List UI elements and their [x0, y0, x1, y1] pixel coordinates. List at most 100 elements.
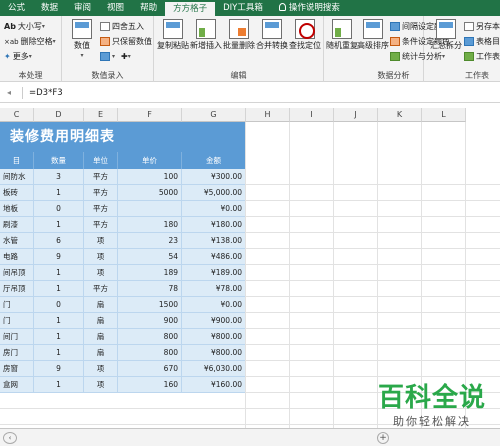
- table-cell[interactable]: 扇: [84, 345, 118, 361]
- table-cell[interactable]: [118, 201, 182, 217]
- table-cell[interactable]: 地板: [0, 201, 34, 217]
- table-cell[interactable]: 5000: [118, 185, 182, 201]
- column-header-l[interactable]: L: [422, 108, 466, 122]
- table-cell[interactable]: 平方: [84, 201, 118, 217]
- table-cell[interactable]: ¥486.00: [182, 249, 246, 265]
- insert-button[interactable]: 新增插入: [190, 19, 222, 50]
- table-cell[interactable]: 板砖: [0, 185, 34, 201]
- keep-values-button[interactable]: 只保留数值: [100, 35, 152, 48]
- table-cell[interactable]: 扇: [84, 297, 118, 313]
- table-cell[interactable]: 项: [84, 233, 118, 249]
- table-cell[interactable]: 800: [118, 329, 182, 345]
- table-cell[interactable]: 刷漆: [0, 217, 34, 233]
- table-cell[interactable]: ¥6,030.00: [182, 361, 246, 377]
- table-cell[interactable]: 800: [118, 345, 182, 361]
- sheet-directory-button[interactable]: 表格目录: [464, 35, 500, 48]
- table-cell[interactable]: 扇: [84, 313, 118, 329]
- table-cell[interactable]: 1: [34, 313, 84, 329]
- batch-delete-button[interactable]: 批量删除: [223, 19, 255, 50]
- table-cell[interactable]: 间门: [0, 329, 34, 345]
- find-locate-button[interactable]: 查找定位: [289, 19, 321, 50]
- table-cell[interactable]: ¥900.00: [182, 313, 246, 329]
- table-cell[interactable]: 厅吊顶: [0, 281, 34, 297]
- round-button[interactable]: 四舍五入: [100, 20, 144, 33]
- table-cell[interactable]: ¥138.00: [182, 233, 246, 249]
- tab-6[interactable]: DIY工具箱: [215, 0, 271, 16]
- table-cell[interactable]: 1: [34, 265, 84, 281]
- sheet-title[interactable]: 装修费用明细表: [0, 122, 246, 152]
- table-cell[interactable]: 900: [118, 313, 182, 329]
- table-cell[interactable]: 间防水: [0, 169, 34, 185]
- table-cell[interactable]: 160: [118, 377, 182, 393]
- worksheet-button[interactable]: 工作表▾: [464, 50, 500, 63]
- table-cell[interactable]: 9: [34, 249, 84, 265]
- formula-input[interactable]: =D3*F3: [27, 88, 63, 98]
- table-cell[interactable]: 1: [34, 281, 84, 297]
- sheet-nav-icon[interactable]: ‹: [3, 431, 17, 444]
- table-cell[interactable]: ¥800.00: [182, 345, 246, 361]
- table-cell[interactable]: ¥78.00: [182, 281, 246, 297]
- table-cell[interactable]: 平方: [84, 185, 118, 201]
- table-cell[interactable]: ¥180.00: [182, 217, 246, 233]
- table-cell[interactable]: 间吊顶: [0, 265, 34, 281]
- table-cell[interactable]: 电路: [0, 249, 34, 265]
- table-cell[interactable]: 门: [0, 297, 34, 313]
- save-sheet-button[interactable]: 另存本表: [464, 20, 500, 33]
- table-cell[interactable]: 盒网: [0, 377, 34, 393]
- table-cell[interactable]: 0: [34, 201, 84, 217]
- table-cell[interactable]: ¥5,000.00: [182, 185, 246, 201]
- table-cell[interactable]: 项: [84, 361, 118, 377]
- column-header-k[interactable]: K: [378, 108, 422, 122]
- table-header-cell[interactable]: 单位: [84, 152, 118, 169]
- table-cell[interactable]: ¥0.00: [182, 201, 246, 217]
- table-cell[interactable]: 1: [34, 217, 84, 233]
- add-sheet-button[interactable]: +: [377, 431, 389, 444]
- table-header-cell[interactable]: 金额: [182, 152, 246, 169]
- tab-5[interactable]: 方方格子: [165, 0, 216, 16]
- table-cell[interactable]: 1: [34, 377, 84, 393]
- insert-symbol-button[interactable]: ▾ ✚ ▾: [100, 50, 131, 63]
- table-header-cell[interactable]: 目: [0, 152, 34, 169]
- table-cell[interactable]: 78: [118, 281, 182, 297]
- table-cell[interactable]: 项: [84, 377, 118, 393]
- table-cell[interactable]: 项: [84, 265, 118, 281]
- table-cell[interactable]: 项: [84, 249, 118, 265]
- table-cell[interactable]: 54: [118, 249, 182, 265]
- column-header-g[interactable]: G: [182, 108, 246, 122]
- table-header-cell[interactable]: 数量: [34, 152, 84, 169]
- tab-2[interactable]: 审阅: [66, 0, 99, 16]
- table-cell[interactable]: 189: [118, 265, 182, 281]
- table-cell[interactable]: 6: [34, 233, 84, 249]
- table-cell[interactable]: 房门: [0, 345, 34, 361]
- table-cell[interactable]: ¥189.00: [182, 265, 246, 281]
- column-header-h[interactable]: H: [246, 108, 290, 122]
- tab-7[interactable]: 操作说明搜索: [271, 0, 348, 16]
- table-cell[interactable]: 3: [34, 169, 84, 185]
- table-header-cell[interactable]: 单价: [118, 152, 182, 169]
- table-cell[interactable]: ¥300.00: [182, 169, 246, 185]
- tab-4[interactable]: 帮助: [132, 0, 165, 16]
- column-header-j[interactable]: J: [334, 108, 378, 122]
- table-cell[interactable]: ¥160.00: [182, 377, 246, 393]
- table-cell[interactable]: 9: [34, 361, 84, 377]
- table-cell[interactable]: 0: [34, 297, 84, 313]
- table-cell[interactable]: ¥0.00: [182, 297, 246, 313]
- table-cell[interactable]: 平方: [84, 169, 118, 185]
- column-header-f[interactable]: F: [118, 108, 182, 122]
- tab-1[interactable]: 数据: [33, 0, 66, 16]
- table-cell[interactable]: 平方: [84, 217, 118, 233]
- more-button[interactable]: ✦ 更多 ▾: [4, 50, 32, 63]
- table-cell[interactable]: 100: [118, 169, 182, 185]
- table-cell[interactable]: 水管: [0, 233, 34, 249]
- column-header-e[interactable]: E: [84, 108, 118, 122]
- table-cell[interactable]: 23: [118, 233, 182, 249]
- table-cell[interactable]: 1: [34, 329, 84, 345]
- advanced-sort-button[interactable]: 高级排序: [357, 19, 389, 50]
- collapse-arrow-icon[interactable]: ◂: [0, 88, 18, 97]
- tab-3[interactable]: 视图: [99, 0, 132, 16]
- copy-paste-button[interactable]: 复制粘贴: [157, 19, 189, 50]
- table-cell[interactable]: 670: [118, 361, 182, 377]
- table-cell[interactable]: 房窗: [0, 361, 34, 377]
- table-cell[interactable]: 1: [34, 345, 84, 361]
- table-cell[interactable]: 1: [34, 185, 84, 201]
